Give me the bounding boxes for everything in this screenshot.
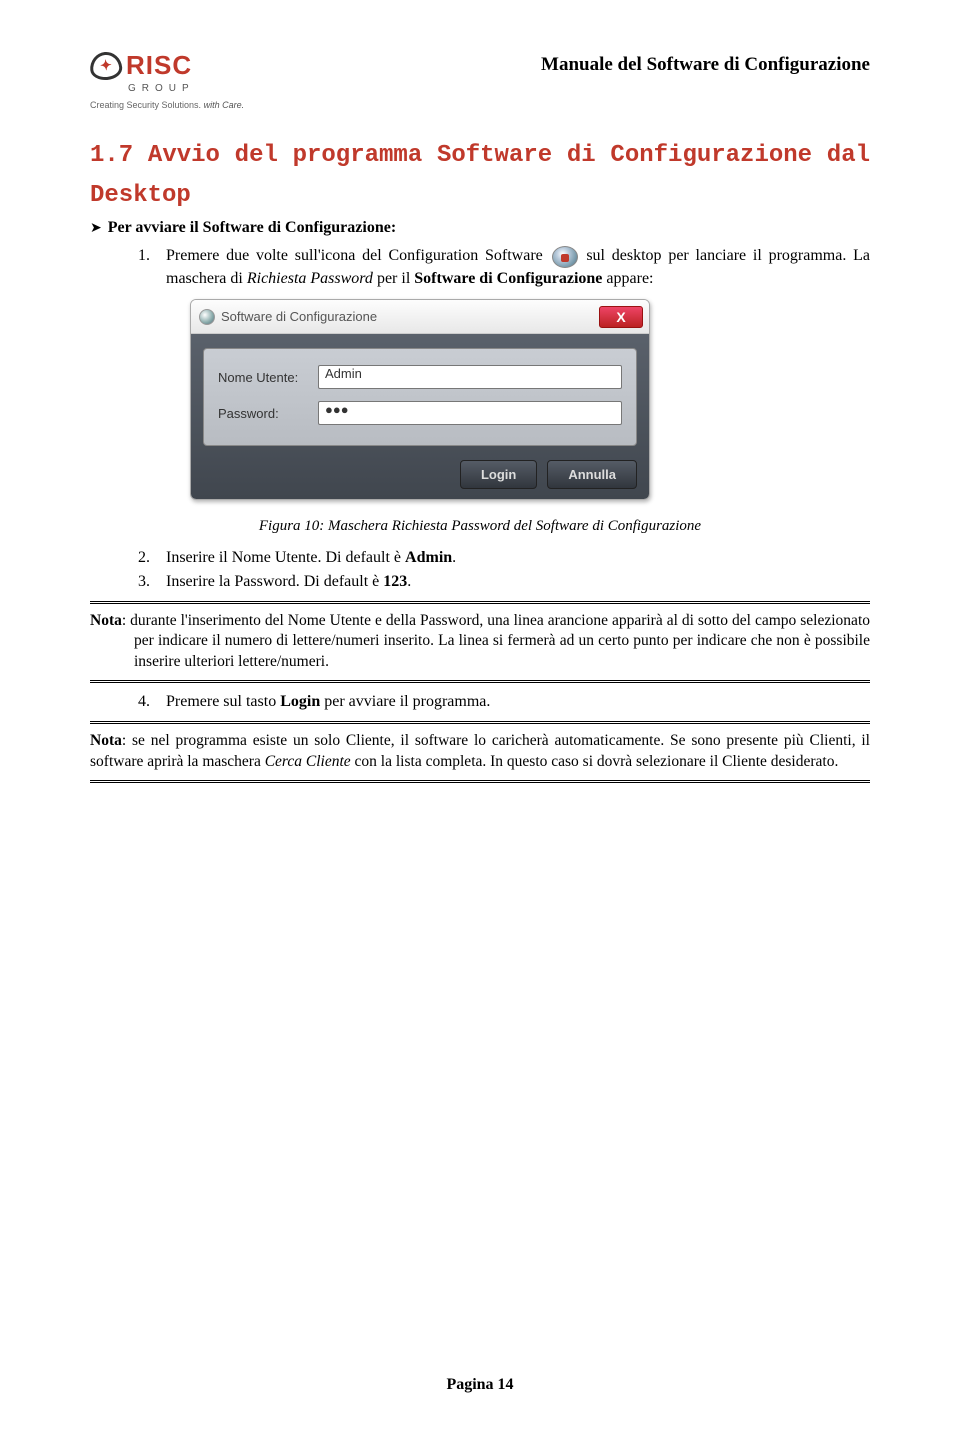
password-input[interactable]: ●●● xyxy=(318,401,622,425)
procedure-intro-text: Per avviare il Software di Configurazion… xyxy=(108,219,396,237)
page-header: ✦ RISC GROUP Creating Security Solutions… xyxy=(90,50,870,110)
step-1-italic: Richiesta Password xyxy=(247,270,373,287)
login-form: Nome Utente: Admin Password: ●●● xyxy=(203,348,637,446)
page-number: Pagina 14 xyxy=(0,1376,960,1394)
cancel-button[interactable]: Annulla xyxy=(547,460,637,489)
step-2-bold: Admin xyxy=(405,549,452,566)
note-1-text: : durante l'inserimento del Nome Utente … xyxy=(122,612,870,671)
dialog-app-icon xyxy=(199,309,215,325)
step-num-4: 4. xyxy=(138,691,166,713)
step-2-text: Inserire il Nome Utente. Di default è xyxy=(166,549,405,566)
close-button[interactable]: X xyxy=(599,306,643,328)
step-4-body: Premere sul tasto Login per avviare il p… xyxy=(166,691,870,713)
brand-logo: ✦ RISC GROUP Creating Security Solutions… xyxy=(90,50,244,110)
step-1-text-d: appare: xyxy=(602,270,653,287)
dialog-title: Software di Configurazione xyxy=(221,309,377,324)
step-3-text: Inserire la Password. Di default è xyxy=(166,573,383,590)
logo-tag-2: with Care. xyxy=(204,100,245,110)
username-input[interactable]: Admin xyxy=(318,365,622,389)
step-3-body: Inserire la Password. Di default è 123. xyxy=(166,571,870,593)
login-button[interactable]: Login xyxy=(460,460,537,489)
step-1-text-a: Premere due volte sull'icona del Configu… xyxy=(166,247,550,264)
step-1-text-c: per il xyxy=(373,270,414,287)
login-dialog-screenshot: Software di Configurazione X Nome Utente… xyxy=(190,299,650,500)
step-1: 1. Premere due volte sull'icona del Conf… xyxy=(138,245,870,289)
step-2-body: Inserire il Nome Utente. Di default è Ad… xyxy=(166,547,870,569)
note-2-label: Nota xyxy=(90,732,122,749)
step-3-bold: 123 xyxy=(383,573,407,590)
figure-caption: Figura 10: Maschera Richiesta Password d… xyxy=(90,518,870,535)
note-2-italic: Cerca Cliente xyxy=(265,753,351,770)
step-num-2: 2. xyxy=(138,547,166,569)
step-1-bold: Software di Configurazione xyxy=(414,270,602,287)
section-heading-line2: Desktop xyxy=(90,182,870,209)
procedure-intro: ➤ Per avviare il Software di Configurazi… xyxy=(90,219,870,237)
note-2: Nota: se nel programma esiste un solo Cl… xyxy=(90,721,870,783)
logo-group-text: GROUP xyxy=(128,83,244,94)
step-num-3: 3. xyxy=(138,571,166,593)
dialog-body: Nome Utente: Admin Password: ●●● Login A… xyxy=(191,334,649,499)
step-2-end: . xyxy=(452,549,456,566)
step-2: 2. Inserire il Nome Utente. Di default è… xyxy=(138,547,870,569)
step-3: 3. Inserire la Password. Di default è 12… xyxy=(138,571,870,593)
section-heading-line1: 1.7 Avvio del programma Software di Conf… xyxy=(90,140,870,172)
step-4-end: per avviare il programma. xyxy=(320,693,490,710)
step-4: 4. Premere sul tasto Login per avviare i… xyxy=(138,691,870,713)
config-software-icon xyxy=(552,246,578,268)
dialog-titlebar: Software di Configurazione X xyxy=(191,300,649,334)
username-label: Nome Utente: xyxy=(218,370,318,385)
note-1-label: Nota xyxy=(90,612,122,629)
step-3-end: . xyxy=(407,573,411,590)
note-2-text-b: con la lista completa. In questo caso si… xyxy=(351,753,839,770)
step-1-body: Premere due volte sull'icona del Configu… xyxy=(166,245,870,289)
step-4-bold: Login xyxy=(280,693,320,710)
password-label: Password: xyxy=(218,406,318,421)
logo-tagline: Creating Security Solutions. with Care. xyxy=(90,100,244,110)
step-4-text: Premere sul tasto xyxy=(166,693,280,710)
step-num-1: 1. xyxy=(138,245,166,289)
note-1: Nota: durante l'inserimento del Nome Ute… xyxy=(90,601,870,684)
logo-tag-1: Creating Security Solutions. xyxy=(90,100,201,110)
logo-brand-text: RISC xyxy=(126,50,192,81)
arrow-icon: ➤ xyxy=(90,220,102,237)
logo-shield-icon: ✦ xyxy=(89,50,123,81)
document-title: Manuale del Software di Configurazione xyxy=(541,54,870,76)
